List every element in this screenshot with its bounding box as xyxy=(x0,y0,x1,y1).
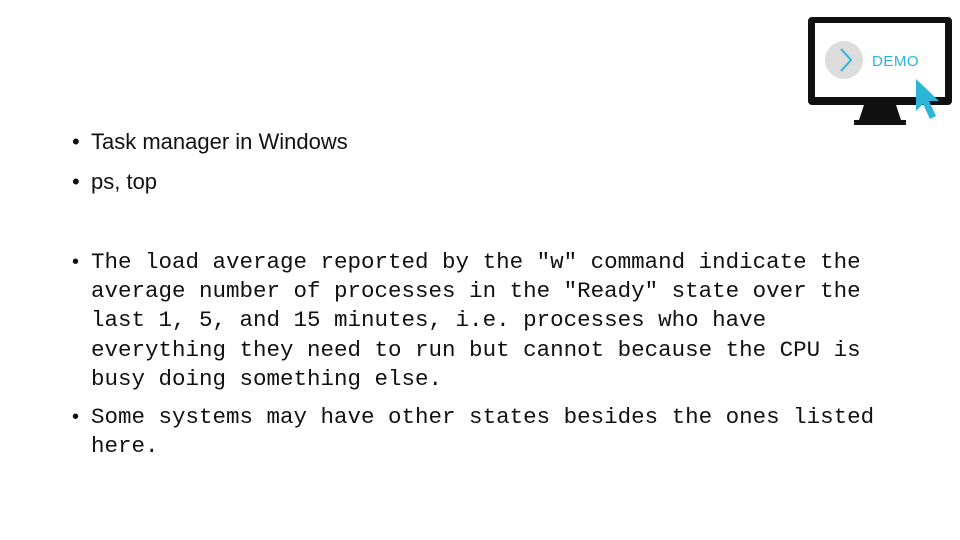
bullet-item: Some systems may have other states besid… xyxy=(72,403,932,461)
demo-monitor-icon[interactable]: DEMO xyxy=(806,15,954,127)
slide: DEMO Task manager in Windows ps, top The… xyxy=(0,0,960,540)
bullet-item: The load average reported by the "w" com… xyxy=(72,248,932,394)
main-bullet-list: The load average reported by the "w" com… xyxy=(72,248,932,470)
bullet-item: ps, top xyxy=(72,166,348,206)
play-circle-icon xyxy=(825,41,863,79)
top-bullet-list: Task manager in Windows ps, top xyxy=(72,126,348,206)
demo-label: DEMO xyxy=(872,53,919,70)
bullet-item: Task manager in Windows xyxy=(72,126,348,166)
